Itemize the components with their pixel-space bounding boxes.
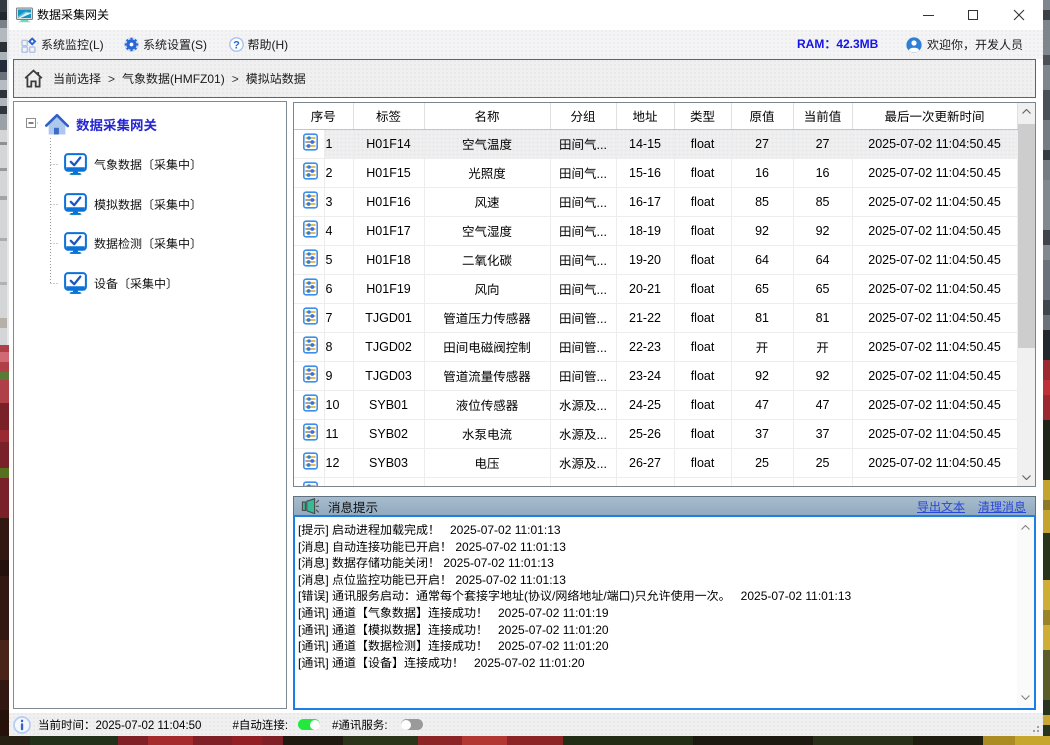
svg-text:?: ?	[233, 40, 240, 52]
